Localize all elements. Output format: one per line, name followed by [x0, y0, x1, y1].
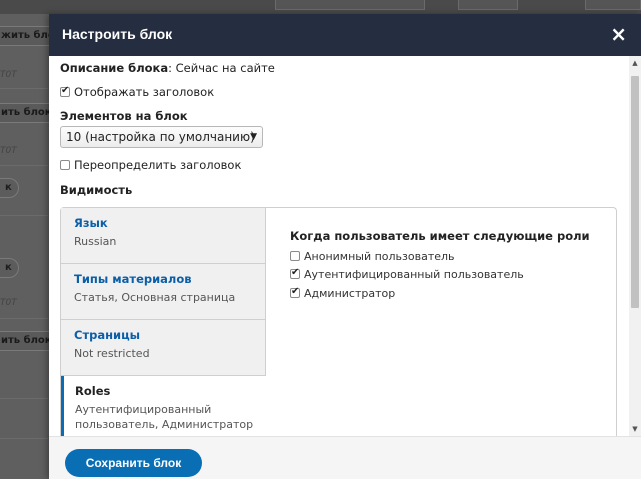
- tab-summary: Аутентифицированный пользователь, Админи…: [75, 403, 254, 431]
- vertical-tab-list: Язык Russian Типы материалов Статья, Осн…: [61, 208, 266, 436]
- dialog-scrollbar[interactable]: ▲ ▼: [629, 56, 641, 436]
- role-option-anonymous[interactable]: Анонимный пользователь: [290, 250, 455, 263]
- tab-title: Страницы: [74, 328, 141, 342]
- background-top-field: [275, 0, 425, 10]
- role-checkbox[interactable]: [290, 251, 300, 261]
- block-description-value: : Сейчас на сайте: [168, 61, 275, 75]
- tab-summary: Статья, Основная страница: [74, 291, 236, 304]
- background-italic-label: T0T: [0, 70, 17, 80]
- block-description-label: Описание блока: [60, 61, 169, 75]
- show-title-option[interactable]: Отображать заголовок: [60, 85, 214, 99]
- role-label: Аутентифицированный пользователь: [304, 268, 524, 281]
- dialog-footer: Сохранить блок: [49, 436, 641, 479]
- background-top-button: [585, 0, 641, 10]
- items-per-block-value: 10 (настройка по умолчанию): [66, 130, 255, 144]
- background-divider: [0, 318, 48, 319]
- items-per-block-label: Элементов на блок: [60, 109, 188, 123]
- background-italic-label: T0T: [0, 298, 17, 308]
- background-divider: [0, 88, 48, 89]
- scroll-up-icon[interactable]: ▲: [629, 56, 641, 70]
- override-title-label: Переопределить заголовок: [74, 158, 242, 172]
- role-checkbox[interactable]: [290, 286, 300, 298]
- role-option-authenticated[interactable]: Аутентифицированный пользователь: [290, 267, 524, 281]
- dialog-body: Описание блока: Сейчас на сайте Отобража…: [49, 56, 629, 436]
- scrollbar-thumb[interactable]: [631, 76, 639, 308]
- visibility-heading: Видимость: [60, 183, 133, 197]
- tab-summary: Russian: [74, 235, 117, 248]
- tab-title: Roles: [75, 384, 111, 398]
- close-icon[interactable]: ×: [610, 22, 627, 46]
- background-divider: [0, 215, 48, 216]
- block-description: Описание блока: Сейчас на сайте: [60, 61, 275, 75]
- configure-block-dialog: Настроить блок × Описание блока: Сейчас …: [49, 14, 641, 479]
- roles-heading: Когда пользователь имеет следующие роли: [290, 229, 590, 243]
- roles-pane: Когда пользователь имеет следующие роли …: [266, 208, 616, 436]
- dialog-title: Настроить блок: [62, 26, 173, 42]
- background-divider: [0, 438, 48, 439]
- role-label: Анонимный пользователь: [304, 250, 455, 263]
- chevron-down-icon: ▼: [250, 132, 257, 142]
- show-title-label: Отображать заголовок: [74, 85, 215, 99]
- background-divider: [0, 398, 48, 399]
- tab-summary: Not restricted: [74, 347, 150, 360]
- role-option-administrator[interactable]: Администратор: [290, 286, 396, 300]
- role-label: Администратор: [304, 287, 396, 300]
- background-italic-label: T0T: [0, 146, 17, 156]
- role-checkbox[interactable]: [290, 267, 300, 279]
- background-pill: к: [0, 258, 19, 278]
- background-divider: [0, 165, 48, 166]
- save-block-button[interactable]: Сохранить блок: [65, 449, 202, 477]
- background-top-button: [458, 0, 518, 10]
- tab-title: Типы материалов: [74, 272, 192, 286]
- visibility-vertical-tabs: Язык Russian Типы материалов Статья, Осн…: [60, 207, 617, 436]
- tab-pages[interactable]: Страницы Not restricted: [61, 320, 266, 376]
- tab-content-types[interactable]: Типы материалов Статья, Основная страниц…: [61, 264, 266, 320]
- scroll-down-icon[interactable]: ▼: [629, 422, 641, 436]
- show-title-checkbox[interactable]: [60, 85, 70, 97]
- tab-title: Язык: [74, 216, 108, 230]
- tab-language[interactable]: Язык Russian: [61, 208, 266, 264]
- override-title-option[interactable]: Переопределить заголовок: [60, 158, 241, 172]
- tab-roles[interactable]: Roles Аутентифицированный пользователь, …: [61, 376, 266, 436]
- items-per-block-select[interactable]: 10 (настройка по умолчанию) ▼: [60, 126, 263, 148]
- dialog-titlebar: Настроить блок ×: [49, 14, 641, 56]
- override-title-checkbox[interactable]: [60, 160, 70, 170]
- background-pill: к: [0, 178, 19, 198]
